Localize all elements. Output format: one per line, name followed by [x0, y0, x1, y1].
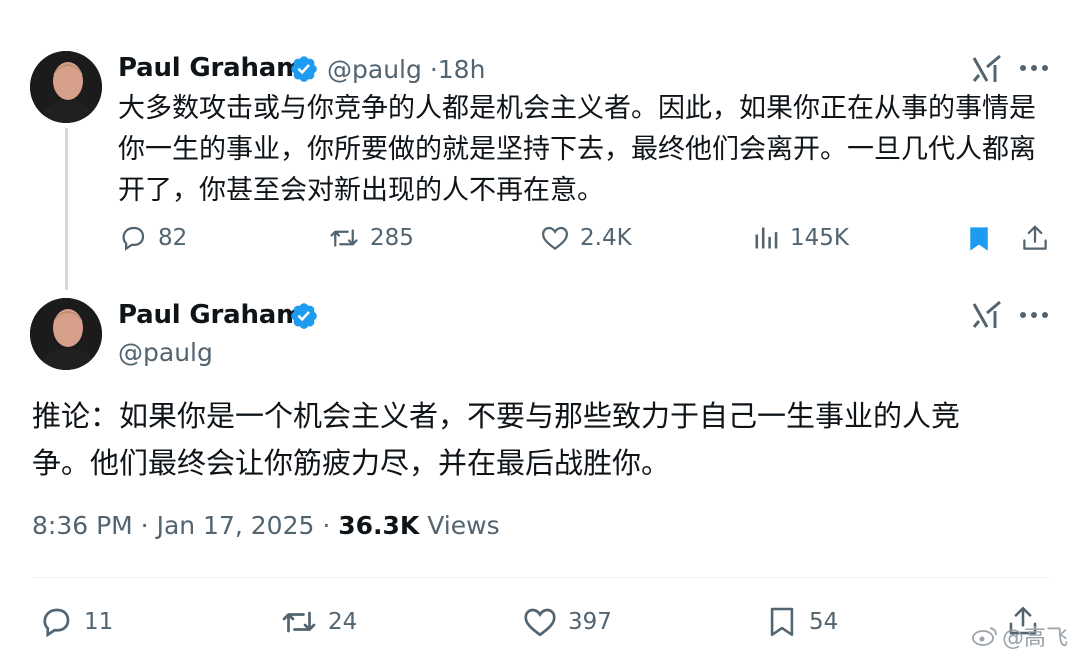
reply-icon [122, 226, 145, 251]
verified-badge-icon [291, 56, 317, 82]
author-handle[interactable]: @paulg [118, 338, 213, 367]
bookmark-icon [970, 227, 988, 251]
bookmark-icon [770, 607, 794, 637]
avatar[interactable] [30, 51, 102, 123]
author-handle[interactable]: @paulg [327, 55, 422, 84]
like-count: 2.4K [580, 225, 632, 251]
tweet-text: 推论：如果你是一个机会主义者，不要与那些致力于自己一生事业的人竞 争。他们最终会… [32, 393, 960, 487]
share-icon [1023, 225, 1047, 250]
repost-button[interactable]: 24 [280, 604, 357, 640]
reply-count: 11 [84, 609, 114, 635]
author-name[interactable]: Paul Graham [118, 53, 303, 83]
tweet-text-line: 开了，你甚至会对新出现的人不再在意。 [118, 175, 604, 206]
tweet-time[interactable]: 18h [438, 55, 486, 84]
bookmark-count: 54 [809, 609, 839, 635]
heart-icon [524, 608, 556, 637]
like-button[interactable]: 397 [522, 604, 612, 640]
author-handle-time: @paulg ·18h [327, 55, 485, 84]
reply-icon [43, 608, 70, 638]
grok-icon[interactable] [971, 299, 1003, 331]
verified-badge-icon [291, 303, 317, 329]
divider [32, 577, 1050, 578]
tweet-meta: 8:36 PM · Jan 17, 2025 · 36.3K Views [32, 511, 500, 540]
grok-icon[interactable] [971, 53, 1003, 85]
views-total: 36.3K [338, 511, 420, 540]
watermark-text: @高飞 [1001, 626, 1068, 651]
tweet-text-line: 推论：如果你是一个机会主义者，不要与那些致力于自己一生事业的人竞 [32, 399, 961, 433]
repost-count: 285 [370, 225, 414, 251]
bookmark-button[interactable]: 54 [765, 603, 838, 641]
thread-connector-line [65, 128, 68, 290]
more-icon[interactable] [1019, 60, 1049, 76]
tweet-text: 大多数攻击或与你竞争的人都是机会主义者。因此，如果你正在从事的事情是 你一生的事… [118, 88, 1036, 211]
views-icon [755, 227, 778, 249]
tweet-timestamp[interactable]: 8:36 PM · Jan 17, 2025 · [32, 511, 338, 540]
tweet-text-line: 大多数攻击或与你竞争的人都是机会主义者。因此，如果你正在从事的事情是 [118, 93, 1036, 124]
views-count: 145K [790, 225, 849, 251]
weibo-logo-icon [972, 627, 997, 646]
reply-count: 82 [158, 225, 188, 251]
separator-dot: · [429, 55, 438, 84]
tweet-text-line: 争。他们最终会让你筋疲力尽，并在最后战胜你。 [32, 446, 671, 480]
bookmark-button[interactable] [965, 223, 993, 255]
tweet-text-line: 你一生的事业，你所要做的就是坚持下去，最终他们会离开。一旦几代人都离 [118, 134, 1036, 165]
avatar[interactable] [30, 298, 102, 370]
like-button[interactable]: 2.4K [540, 223, 632, 253]
reply-button[interactable]: 82 [118, 223, 187, 253]
repost-count: 24 [328, 609, 358, 635]
heart-icon [541, 226, 569, 251]
repost-icon [282, 611, 316, 633]
share-button[interactable] [1020, 222, 1050, 254]
repost-icon [330, 229, 358, 247]
views-label: Views [419, 511, 500, 540]
views-button[interactable]: 145K [752, 223, 849, 253]
more-icon[interactable] [1019, 307, 1049, 323]
author-name[interactable]: Paul Graham [118, 300, 303, 330]
reply-button[interactable]: 11 [38, 604, 113, 640]
watermark: @高飞 [972, 620, 1068, 652]
like-count: 397 [568, 609, 612, 635]
repost-button[interactable]: 285 [328, 223, 414, 253]
